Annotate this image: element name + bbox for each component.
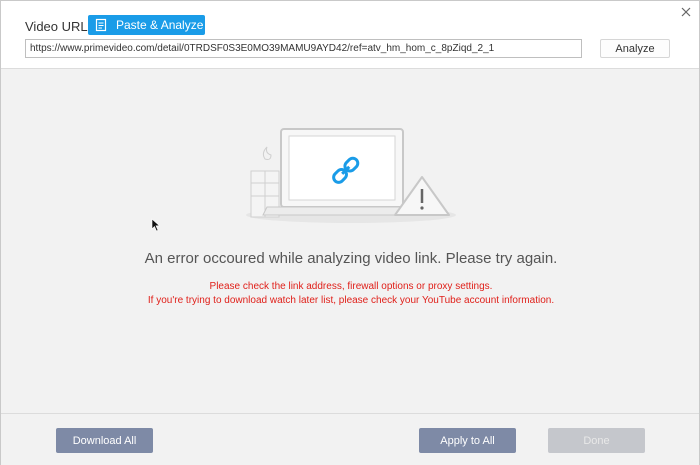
error-detail-line-1: Please check the link address, firewall …	[209, 281, 493, 292]
clipboard-icon	[95, 18, 107, 32]
download-all-button[interactable]: Download All	[56, 428, 153, 453]
dialog-window: Video URL: Paste & Analyze Analyze	[0, 0, 700, 465]
url-header: Video URL: Paste & Analyze Analyze	[1, 1, 699, 69]
apply-to-all-label: Apply to All	[440, 434, 495, 447]
done-label: Done	[583, 434, 610, 447]
analyze-button[interactable]: Analyze	[600, 39, 670, 58]
link-error-illustration	[246, 128, 456, 223]
video-url-label: Video URL:	[25, 19, 92, 34]
mouse-cursor-icon	[151, 218, 161, 232]
paste-analyze-label: Paste & Analyze	[116, 18, 204, 32]
error-title: An error occoured while analyzing video …	[144, 250, 558, 267]
analyze-button-label: Analyze	[615, 42, 655, 55]
paste-analyze-button[interactable]: Paste & Analyze	[88, 15, 205, 35]
apply-to-all-button[interactable]: Apply to All	[419, 428, 516, 453]
video-url-input[interactable]	[25, 39, 582, 58]
done-button[interactable]: Done	[548, 428, 645, 453]
error-detail-line-2: If you're trying to download watch later…	[147, 295, 555, 306]
close-icon[interactable]	[678, 4, 694, 20]
download-all-label: Download All	[72, 434, 137, 447]
